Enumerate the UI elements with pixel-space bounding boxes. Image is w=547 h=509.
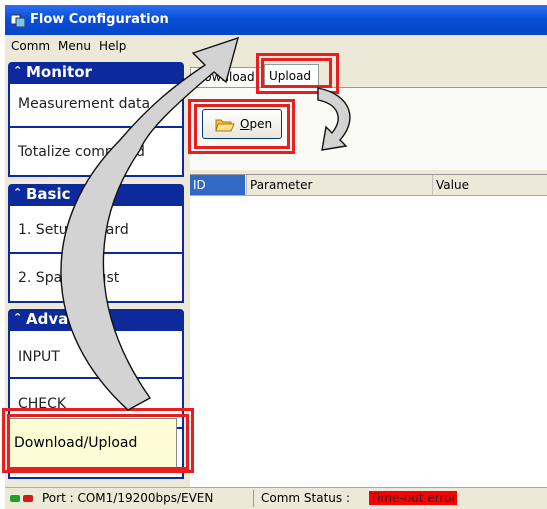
green-led-icon <box>10 495 20 502</box>
app-icon <box>11 14 25 27</box>
table-header: ID Parameter Value <box>190 175 547 196</box>
column-header-id[interactable]: ID <box>190 175 245 195</box>
sidebar-item-setup-wizard[interactable]: 1. Setup Wizard <box>8 206 184 252</box>
red-led-icon <box>23 495 33 502</box>
section-label-advanced: Advanced <box>26 310 109 328</box>
column-label: Parameter <box>250 178 313 192</box>
column-label: Value <box>436 178 469 192</box>
tab-label: Download <box>195 70 255 84</box>
sidebar-item-label: Totalize command <box>18 144 145 160</box>
highlight-box-open-button-inner <box>194 104 290 149</box>
highlight-box-upload-tab-inner <box>261 58 332 88</box>
window-title: Flow Configuration <box>30 12 169 27</box>
column-label: ID <box>193 178 206 192</box>
section-header-basic[interactable]: ⌃ Basic <box>8 184 184 206</box>
comm-status-label: Comm Status : <box>261 491 351 505</box>
section-header-monitor[interactable]: ⌃ Monitor <box>8 62 184 84</box>
comm-status-value: Time-out error <box>369 491 458 505</box>
sidebar-item-totalize-command[interactable]: Totalize command <box>8 128 184 177</box>
title-bar: Flow Configuration <box>5 5 547 35</box>
column-header-parameter[interactable]: Parameter <box>246 175 432 195</box>
chevron-up-icon: ⌃ <box>13 186 23 199</box>
menu-help[interactable]: Help <box>99 39 126 53</box>
section-header-advanced[interactable]: ⌃ Advanced <box>8 309 184 331</box>
divider <box>253 490 254 507</box>
section-label-basic: Basic <box>26 185 71 203</box>
sidebar-item-label: INPUT <box>18 349 60 365</box>
sidebar-item-label: 1. Setup Wizard <box>18 222 129 238</box>
sidebar-item-input[interactable]: INPUT <box>8 331 184 377</box>
section-label-monitor: Monitor <box>26 63 92 81</box>
sidebar-item-label: 2. Span Adjust <box>18 270 120 286</box>
chevron-up-icon: ⌃ <box>13 311 23 324</box>
sidebar-item-label: Measurement data <box>18 96 151 112</box>
highlight-box-download-upload-inner <box>7 414 189 470</box>
sidebar-item-span-adjust[interactable]: 2. Span Adjust <box>8 254 184 303</box>
sidebar-item-measurement-data[interactable]: Measurement data <box>8 84 184 126</box>
port-status: Port : COM1/19200bps/EVEN <box>42 491 214 505</box>
menu-comm[interactable]: Comm <box>11 39 50 53</box>
tab-download[interactable]: Download <box>190 67 266 88</box>
menu-menu[interactable]: Menu <box>58 39 91 53</box>
status-bar: Port : COM1/19200bps/EVEN Comm Status : … <box>5 487 547 509</box>
parameter-table: ID Parameter Value <box>190 174 547 488</box>
column-header-value[interactable]: Value <box>432 175 547 195</box>
chevron-up-icon: ⌃ <box>13 64 23 77</box>
